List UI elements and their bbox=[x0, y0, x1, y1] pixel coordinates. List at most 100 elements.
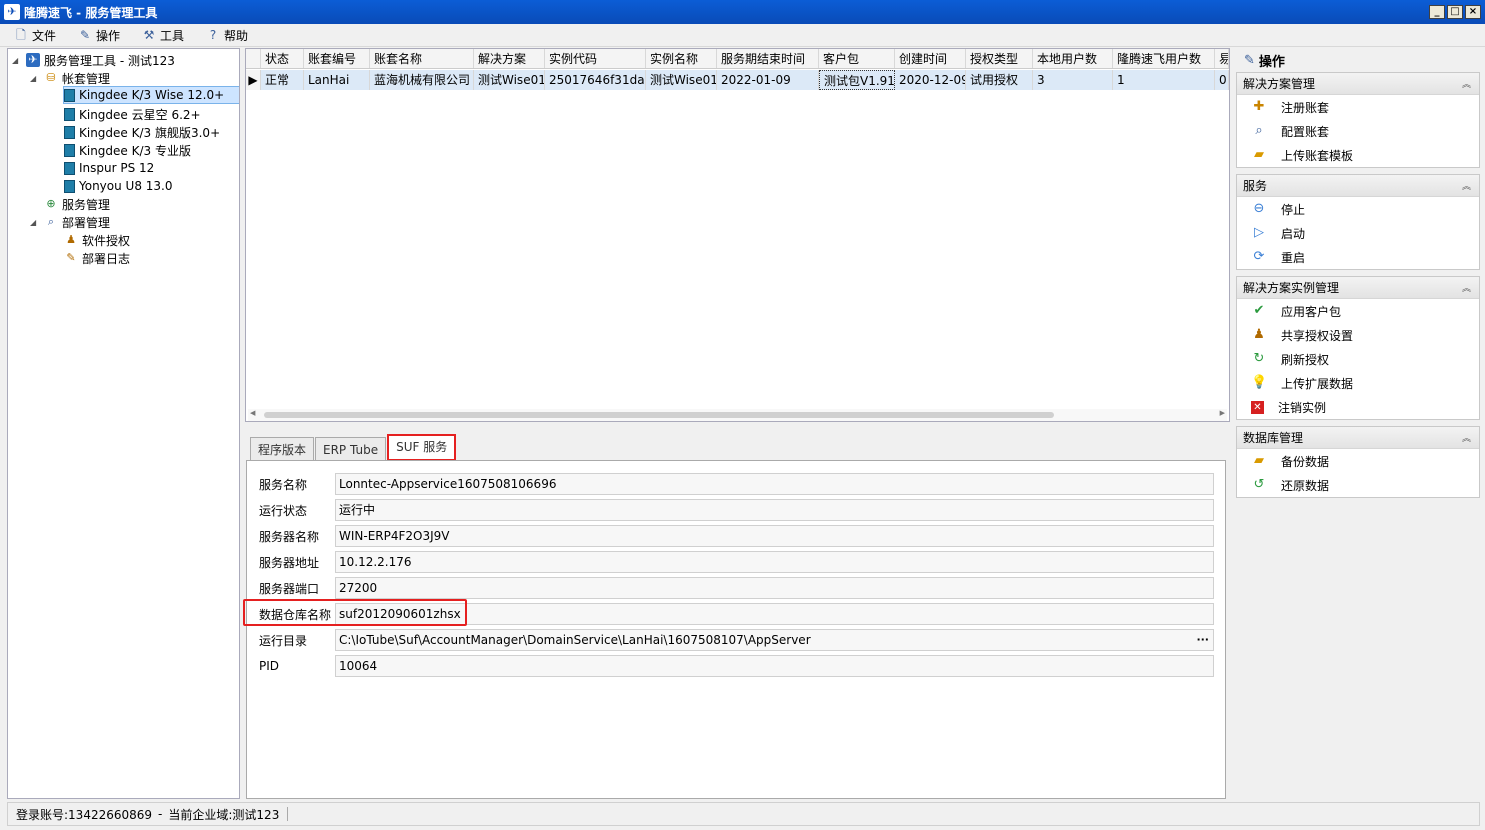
scroll-right-icon[interactable]: ▶ bbox=[1220, 409, 1225, 417]
col-solution[interactable]: 解决方案 bbox=[474, 49, 545, 68]
maximize-button[interactable]: □ bbox=[1447, 5, 1463, 19]
tree-deploy-log[interactable]: ✎ 部署日志 bbox=[64, 249, 130, 267]
col-instance-name[interactable]: 实例名称 bbox=[646, 49, 717, 68]
minimize-button[interactable]: _ bbox=[1429, 5, 1445, 19]
stop-icon: ⊖ bbox=[1253, 201, 1265, 216]
tab-suf-service[interactable]: SUF 服务 bbox=[387, 434, 457, 461]
collapse-arrow-icon[interactable]: ◢ bbox=[30, 218, 40, 227]
cell-solution: 测试Wise01 bbox=[474, 70, 545, 90]
section-header[interactable]: 解决方案管理 ︽ bbox=[1237, 73, 1479, 95]
register-account-item[interactable]: ✚ 注册账套 bbox=[1237, 95, 1479, 119]
field-server-port: 服务器端口 27200 bbox=[259, 577, 1214, 599]
tab-erp-tube[interactable]: ERP Tube bbox=[315, 437, 387, 461]
tree-license[interactable]: ♟ 软件授权 bbox=[64, 231, 130, 249]
refresh-license-item[interactable]: ↻ 刷新授权 bbox=[1237, 347, 1479, 371]
scroll-thumb[interactable] bbox=[264, 412, 1054, 418]
run-directory-value[interactable]: C:\IoTube\Suf\AccountManager\DomainServi… bbox=[335, 629, 1214, 651]
start-service-item[interactable]: ▷ 启动 bbox=[1237, 221, 1479, 245]
tree-item-kingdee-flagship[interactable]: Kingdee K/3 旗舰版3.0+ bbox=[64, 123, 220, 141]
restart-service-item[interactable]: ⟳ 重启 bbox=[1237, 245, 1479, 269]
col-local-users[interactable]: 本地用户数 bbox=[1033, 49, 1113, 68]
tree-item-kingdee-cloud[interactable]: Kingdee 云星空 6.2+ bbox=[64, 105, 201, 123]
col-cloud-users[interactable]: 隆腾速飞用户数 bbox=[1113, 49, 1215, 68]
cell-status: 正常 bbox=[261, 70, 304, 90]
menu-tools[interactable]: ⚒ 工具 bbox=[142, 27, 184, 44]
col-account-code[interactable]: 账套编号 bbox=[304, 49, 370, 68]
db-node-icon bbox=[64, 179, 75, 193]
backup-folder-icon: ▰ bbox=[1254, 453, 1264, 468]
collapse-arrow-icon[interactable]: ◢ bbox=[12, 56, 22, 65]
cell-local-users: 3 bbox=[1033, 70, 1113, 90]
cell-cloud-users: 1 bbox=[1113, 70, 1215, 90]
cell-client-pack[interactable]: 测试包V1.91 bbox=[819, 70, 895, 90]
config-icon: ⌕ bbox=[1255, 123, 1263, 138]
upload-extension-item[interactable]: 💡 上传扩展数据 bbox=[1237, 371, 1479, 395]
section-header[interactable]: 服务 ︽ bbox=[1237, 175, 1479, 197]
browse-ellipsis-button[interactable]: ··· bbox=[1196, 630, 1209, 650]
field-service-name: 服务名称 Lonntec-Appservice1607508106696 bbox=[259, 473, 1214, 495]
collapse-chevron-icon[interactable]: ︽ bbox=[1462, 77, 1471, 90]
tree-deploy-mgmt[interactable]: ◢ ⌕ 部署管理 bbox=[30, 213, 110, 231]
server-port-value[interactable]: 27200 bbox=[335, 577, 1214, 599]
row-pointer-icon: ▶ bbox=[246, 70, 261, 90]
register-icon: ✚ bbox=[1253, 99, 1265, 114]
col-client-pack[interactable]: 客户包 bbox=[819, 49, 895, 68]
col-service-end[interactable]: 服务期结束时间 bbox=[717, 49, 819, 68]
table-row[interactable]: ▶ 正常 LanHai 蓝海机械有限公司 测试Wise01 25017646f3… bbox=[246, 70, 1229, 90]
collapse-chevron-icon[interactable]: ︽ bbox=[1462, 281, 1471, 294]
tree-item-kingdee-wise[interactable]: Kingdee K/3 Wise 12.0+ bbox=[63, 86, 239, 104]
cell-extra: 0 bbox=[1215, 70, 1229, 90]
col-extra[interactable]: 易 bbox=[1215, 49, 1229, 68]
share-user-icon: ♟ bbox=[1253, 327, 1265, 342]
server-address-value[interactable]: 10.12.2.176 bbox=[335, 551, 1214, 573]
config-account-item[interactable]: ⌕ 配置账套 bbox=[1237, 119, 1479, 143]
cancel-instance-item[interactable]: ✕ 注销实例 bbox=[1237, 395, 1479, 419]
col-status[interactable]: 状态 bbox=[261, 49, 304, 68]
restore-data-item[interactable]: ↺ 还原数据 bbox=[1237, 473, 1479, 497]
db-node-icon bbox=[64, 161, 75, 175]
server-name-value[interactable]: WIN-ERP4F2O3J9V bbox=[335, 525, 1214, 547]
db-node-icon bbox=[64, 143, 75, 157]
col-instance-code[interactable]: 实例代码 bbox=[545, 49, 646, 68]
apply-client-pack-item[interactable]: ✔ 应用客户包 bbox=[1237, 299, 1479, 323]
menu-help[interactable]: ? 帮助 bbox=[206, 27, 248, 44]
tree-service-mgmt[interactable]: ⊕ 服务管理 bbox=[44, 195, 110, 213]
close-button[interactable]: × bbox=[1465, 5, 1481, 19]
tree-item-inspur[interactable]: Inspur PS 12 bbox=[64, 159, 154, 177]
run-status-value[interactable]: 运行中 bbox=[335, 499, 1214, 521]
action-icon: ✎ bbox=[79, 28, 91, 42]
log-icon: ✎ bbox=[66, 251, 76, 264]
row-selector-header bbox=[246, 49, 261, 68]
col-license-type[interactable]: 授权类型 bbox=[966, 49, 1033, 68]
restore-icon: ↺ bbox=[1253, 477, 1265, 492]
section-header[interactable]: 解决方案实例管理 ︽ bbox=[1237, 277, 1479, 299]
backup-data-item[interactable]: ▰ 备份数据 bbox=[1237, 449, 1479, 473]
tree-root[interactable]: ◢ ✈ 服务管理工具 - 测试123 bbox=[12, 51, 175, 69]
collapse-chevron-icon[interactable]: ︽ bbox=[1462, 431, 1471, 444]
col-account-name[interactable]: 账套名称 bbox=[370, 49, 474, 68]
menu-action[interactable]: ✎ 操作 bbox=[78, 27, 120, 44]
collapse-arrow-icon[interactable]: ◢ bbox=[30, 74, 40, 83]
service-name-value[interactable]: Lonntec-Appservice1607508106696 bbox=[335, 473, 1214, 495]
horizontal-scrollbar[interactable]: ◀ ▶ bbox=[248, 409, 1227, 421]
tree-item-kingdee-pro[interactable]: Kingdee K/3 专业版 bbox=[64, 141, 191, 159]
share-license-item[interactable]: ♟ 共享授权设置 bbox=[1237, 323, 1479, 347]
suf-service-panel: 服务名称 Lonntec-Appservice1607508106696 运行状… bbox=[246, 460, 1226, 799]
pid-value[interactable]: 10064 bbox=[335, 655, 1214, 677]
cell-account-name: 蓝海机械有限公司 bbox=[370, 70, 474, 90]
stop-service-item[interactable]: ⊖ 停止 bbox=[1237, 197, 1479, 221]
scroll-left-icon[interactable]: ◀ bbox=[250, 409, 255, 417]
upload-template-item[interactable]: ▰ 上传账套模板 bbox=[1237, 143, 1479, 167]
cell-created: 2020-12-09 bbox=[895, 70, 966, 90]
col-created[interactable]: 创建时间 bbox=[895, 49, 966, 68]
instance-grid: 状态 账套编号 账套名称 解决方案 实例代码 实例名称 服务期结束时间 客户包 … bbox=[245, 48, 1230, 422]
tree-account-mgmt[interactable]: ◢ ⛁ 帐套管理 bbox=[30, 69, 110, 87]
tab-program-version[interactable]: 程序版本 bbox=[250, 437, 315, 461]
tree-item-yonyou[interactable]: Yonyou U8 13.0 bbox=[64, 177, 173, 195]
cell-instance-name: 测试Wise01 bbox=[646, 70, 717, 90]
section-header[interactable]: 数据库管理 ︽ bbox=[1237, 427, 1479, 449]
field-label: 服务名称 bbox=[259, 477, 308, 492]
collapse-chevron-icon[interactable]: ︽ bbox=[1462, 179, 1471, 192]
menu-file[interactable]: 🗋 文件 bbox=[14, 27, 56, 44]
section-service: 服务 ︽ ⊖ 停止 ▷ 启动 ⟳ 重启 bbox=[1236, 174, 1480, 270]
